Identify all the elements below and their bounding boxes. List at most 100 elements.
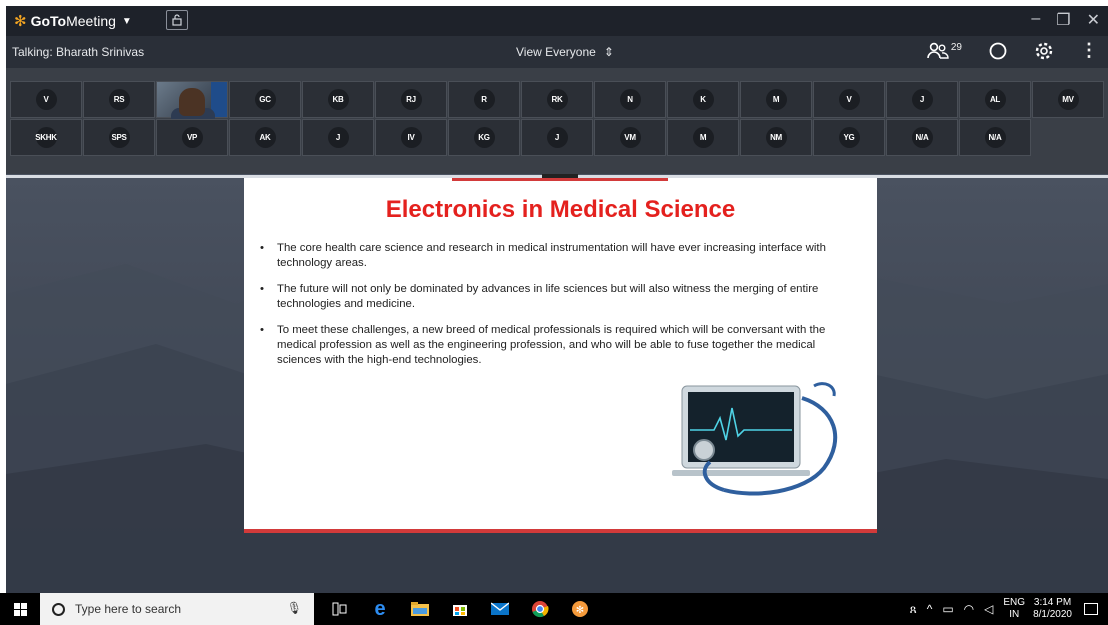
- presentation-slide: Electronics in Medical Science The core …: [244, 178, 877, 533]
- store-icon[interactable]: [440, 593, 480, 625]
- gotomeeting-window: ✻ GoTo Meeting ▼ – ❐ ✕ Talking: Bharath …: [6, 6, 1108, 593]
- clock[interactable]: 3:14 PM 8/1/2020: [1033, 597, 1072, 621]
- attendee-tile[interactable]: N/A: [959, 119, 1031, 156]
- attendee-initials: GC: [254, 89, 276, 110]
- restore-button[interactable]: ❐: [1056, 10, 1070, 30]
- attendee-initials: V: [838, 89, 860, 110]
- attendee-tile[interactable]: KG: [448, 119, 520, 156]
- attendees-button[interactable]: 29: [927, 42, 962, 60]
- attendee-video-tile[interactable]: [156, 81, 228, 119]
- attendee-grid: V RS GC KB RJ R RK N K M V J AL MV SKHK SPS VP AK J IV KG J VM…: [10, 81, 1104, 156]
- attendee-initials: YG: [838, 127, 860, 148]
- medical-tablet-stethoscope-image: [672, 382, 838, 496]
- attendee-initials: IV: [400, 127, 422, 148]
- video-person-head: [179, 88, 205, 116]
- attendee-initials: RK: [546, 89, 568, 110]
- minimize-button[interactable]: –: [1031, 10, 1040, 30]
- attendee-tile[interactable]: M: [667, 119, 739, 156]
- bullet-item: The future will not only be dominated by…: [258, 282, 858, 312]
- updown-chevron-icon: ⇕: [603, 45, 614, 59]
- language-indicator[interactable]: ENG IN: [1003, 597, 1025, 621]
- attendee-tile[interactable]: VM: [594, 119, 666, 156]
- attendee-initials: R: [473, 89, 495, 110]
- people-icon: [927, 42, 949, 59]
- settings-gear-icon[interactable]: [1034, 41, 1054, 61]
- app-icon[interactable]: ✻: [560, 593, 600, 625]
- caret-down-icon: ▼: [121, 15, 132, 27]
- attendee-initials: V: [35, 89, 57, 110]
- attendee-tile[interactable]: VP: [156, 119, 228, 156]
- attendee-tile[interactable]: RJ: [375, 81, 447, 118]
- attendee-initials: K: [692, 89, 714, 110]
- volume-icon[interactable]: ◁: [984, 602, 993, 616]
- attendee-initials: J: [911, 89, 933, 110]
- attendee-tile[interactable]: SKHK: [10, 119, 82, 156]
- attendee-tile[interactable]: SPS: [83, 119, 155, 156]
- mail-icon[interactable]: [480, 593, 520, 625]
- attendee-initials: SKHK: [35, 127, 57, 148]
- slide-bullets: The core health care science and researc…: [258, 241, 858, 379]
- microphone-icon[interactable]: 🎙: [287, 601, 302, 615]
- close-button[interactable]: ✕: [1087, 10, 1100, 30]
- attendee-initials: SPS: [108, 127, 130, 148]
- taskbar-search[interactable]: Type here to search 🎙: [40, 593, 314, 625]
- attendee-tile[interactable]: AL: [959, 81, 1031, 118]
- attendee-count: 29: [950, 41, 962, 53]
- battery-icon[interactable]: ▭: [942, 602, 953, 616]
- attendee-tile[interactable]: K: [667, 81, 739, 118]
- file-explorer-icon[interactable]: [400, 593, 440, 625]
- attendee-tile[interactable]: J: [886, 81, 958, 118]
- wifi-icon[interactable]: ◠: [964, 602, 974, 616]
- chevron-up-icon[interactable]: ^: [927, 602, 933, 616]
- attendee-tile[interactable]: J: [302, 119, 374, 156]
- notification-icon[interactable]: [1084, 603, 1098, 615]
- start-button[interactable]: [0, 593, 40, 625]
- attendee-initials: AL: [984, 89, 1006, 110]
- attendee-tile[interactable]: RS: [83, 81, 155, 118]
- attendee-tile[interactable]: N/A: [886, 119, 958, 156]
- attendee-tile[interactable]: AK: [229, 119, 301, 156]
- view-label: View Everyone: [516, 45, 596, 59]
- view-everyone-selector[interactable]: View Everyone ⇕: [516, 45, 614, 59]
- search-placeholder: Type here to search: [75, 602, 182, 616]
- attendee-initials: RJ: [400, 89, 422, 110]
- edge-icon[interactable]: e: [360, 593, 400, 625]
- clock-date: 8/1/2020: [1033, 609, 1072, 620]
- attendee-tile[interactable]: V: [10, 81, 82, 118]
- lock-icon: [172, 14, 182, 26]
- attendee-tile[interactable]: N: [594, 81, 666, 118]
- cortana-icon: [52, 602, 65, 616]
- chrome-icon[interactable]: [520, 593, 560, 625]
- attendee-initials: AK: [254, 127, 276, 148]
- window-controls: – ❐ ✕: [1031, 10, 1100, 30]
- attendee-tile[interactable]: KB: [302, 81, 374, 118]
- lang-top: ENG: [1003, 597, 1026, 608]
- attendee-tile[interactable]: R: [448, 81, 520, 118]
- chat-icon[interactable]: [988, 41, 1008, 61]
- svg-text:✻: ✻: [576, 605, 584, 616]
- app-name-rest: Meeting: [66, 13, 116, 29]
- attendee-tile[interactable]: MV: [1032, 81, 1104, 118]
- title-bar: ✻ GoTo Meeting ▼ – ❐ ✕: [6, 6, 1108, 36]
- attendee-tile[interactable]: IV: [375, 119, 447, 156]
- people-tray-icon[interactable]: ጸ: [910, 602, 917, 617]
- attendee-tile[interactable]: RK: [521, 81, 593, 118]
- lang-bottom: IN: [1009, 609, 1020, 620]
- attendee-initials: VM: [619, 127, 641, 148]
- attendee-initials: N/A: [911, 127, 933, 148]
- attendee-tile[interactable]: J: [521, 119, 593, 156]
- lock-button[interactable]: [166, 10, 188, 30]
- more-options-icon[interactable]: ⋮: [1080, 40, 1098, 61]
- info-bar: Talking: Bharath Srinivas View Everyone …: [6, 36, 1108, 68]
- attendee-tile[interactable]: NM: [740, 119, 812, 156]
- attendee-tile[interactable]: GC: [229, 81, 301, 118]
- attendee-initials: VP: [181, 127, 203, 148]
- attendee-initials: RS: [108, 89, 130, 110]
- attendee-initials: M: [692, 127, 714, 148]
- slide-title: Electronics in Medical Science: [385, 196, 736, 223]
- attendee-tile[interactable]: M: [740, 81, 812, 118]
- task-view-icon[interactable]: [320, 593, 360, 625]
- app-menu[interactable]: ✻ GoTo Meeting ▼: [14, 12, 132, 30]
- attendee-tile[interactable]: YG: [813, 119, 885, 156]
- attendee-tile[interactable]: V: [813, 81, 885, 118]
